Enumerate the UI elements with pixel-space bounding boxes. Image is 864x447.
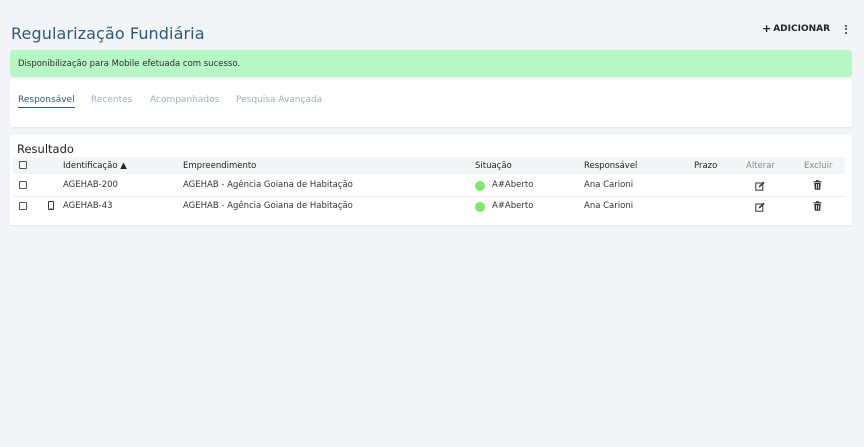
results-panel: Resultado Identificação ▲ Empreendimento… <box>10 135 852 225</box>
mobile-icon <box>48 201 54 210</box>
plus-icon: + <box>762 22 772 35</box>
row-identificacao[interactable]: AGEHAB-43 <box>63 201 113 211</box>
edit-icon[interactable] <box>755 202 765 212</box>
tab-acompanhados[interactable]: Acompanhados <box>150 95 219 105</box>
results-title: Resultado <box>17 142 74 156</box>
row-situacao: A#Aberto <box>492 180 534 190</box>
tab-pesquisa-avancada[interactable]: Pesquisa Avançada <box>236 95 322 105</box>
column-prazo[interactable]: Prazo <box>694 161 717 171</box>
trash-icon[interactable] <box>813 180 822 190</box>
table-row[interactable]: AGEHAB-200 AGEHAB - Agência Goiana de Ha… <box>13 176 845 195</box>
alert-message: Disponibilização para Mobile efetuada co… <box>18 58 241 69</box>
row-responsavel: Ana Carioni <box>584 180 634 190</box>
add-button-label: ADICIONAR <box>773 23 831 34</box>
row-empreendimento: AGEHAB - Agência Goiana de Habitação <box>183 201 353 211</box>
column-excluir: Excluir <box>804 161 833 171</box>
success-alert: Disponibilização para Mobile efetuada co… <box>10 50 852 77</box>
tab-recentes[interactable]: Recentes <box>91 95 132 105</box>
column-alterar: Alterar <box>746 161 775 171</box>
page-title: Regularização Fundiária <box>11 24 205 43</box>
column-responsavel[interactable]: Responsável <box>584 161 637 171</box>
row-responsavel: Ana Carioni <box>584 201 634 211</box>
table-header: Identificação ▲ Empreendimento Situação … <box>13 157 845 174</box>
table-row[interactable]: AGEHAB-43 AGEHAB - Agência Goiana de Hab… <box>13 196 845 216</box>
column-identificacao[interactable]: Identificação ▲ <box>63 161 127 171</box>
more-options-icon[interactable] <box>842 22 850 36</box>
status-dot-icon <box>475 181 485 191</box>
status-dot-icon <box>475 202 485 212</box>
row-situacao: A#Aberto <box>492 201 534 211</box>
row-checkbox[interactable] <box>19 202 27 210</box>
tab-responsavel[interactable]: Responsável <box>18 95 75 108</box>
column-empreendimento[interactable]: Empreendimento <box>183 161 256 171</box>
trash-icon[interactable] <box>813 201 822 211</box>
row-identificacao[interactable]: AGEHAB-200 <box>63 180 118 190</box>
add-button[interactable]: + ADICIONAR <box>762 22 830 35</box>
edit-icon[interactable] <box>755 181 765 191</box>
row-empreendimento: AGEHAB - Agência Goiana de Habitação <box>183 180 353 190</box>
row-checkbox[interactable] <box>19 181 27 189</box>
select-all-checkbox[interactable] <box>19 161 27 169</box>
column-situacao[interactable]: Situação <box>475 161 512 171</box>
tabs-panel: Responsável Recentes Acompanhados Pesqui… <box>10 79 852 127</box>
